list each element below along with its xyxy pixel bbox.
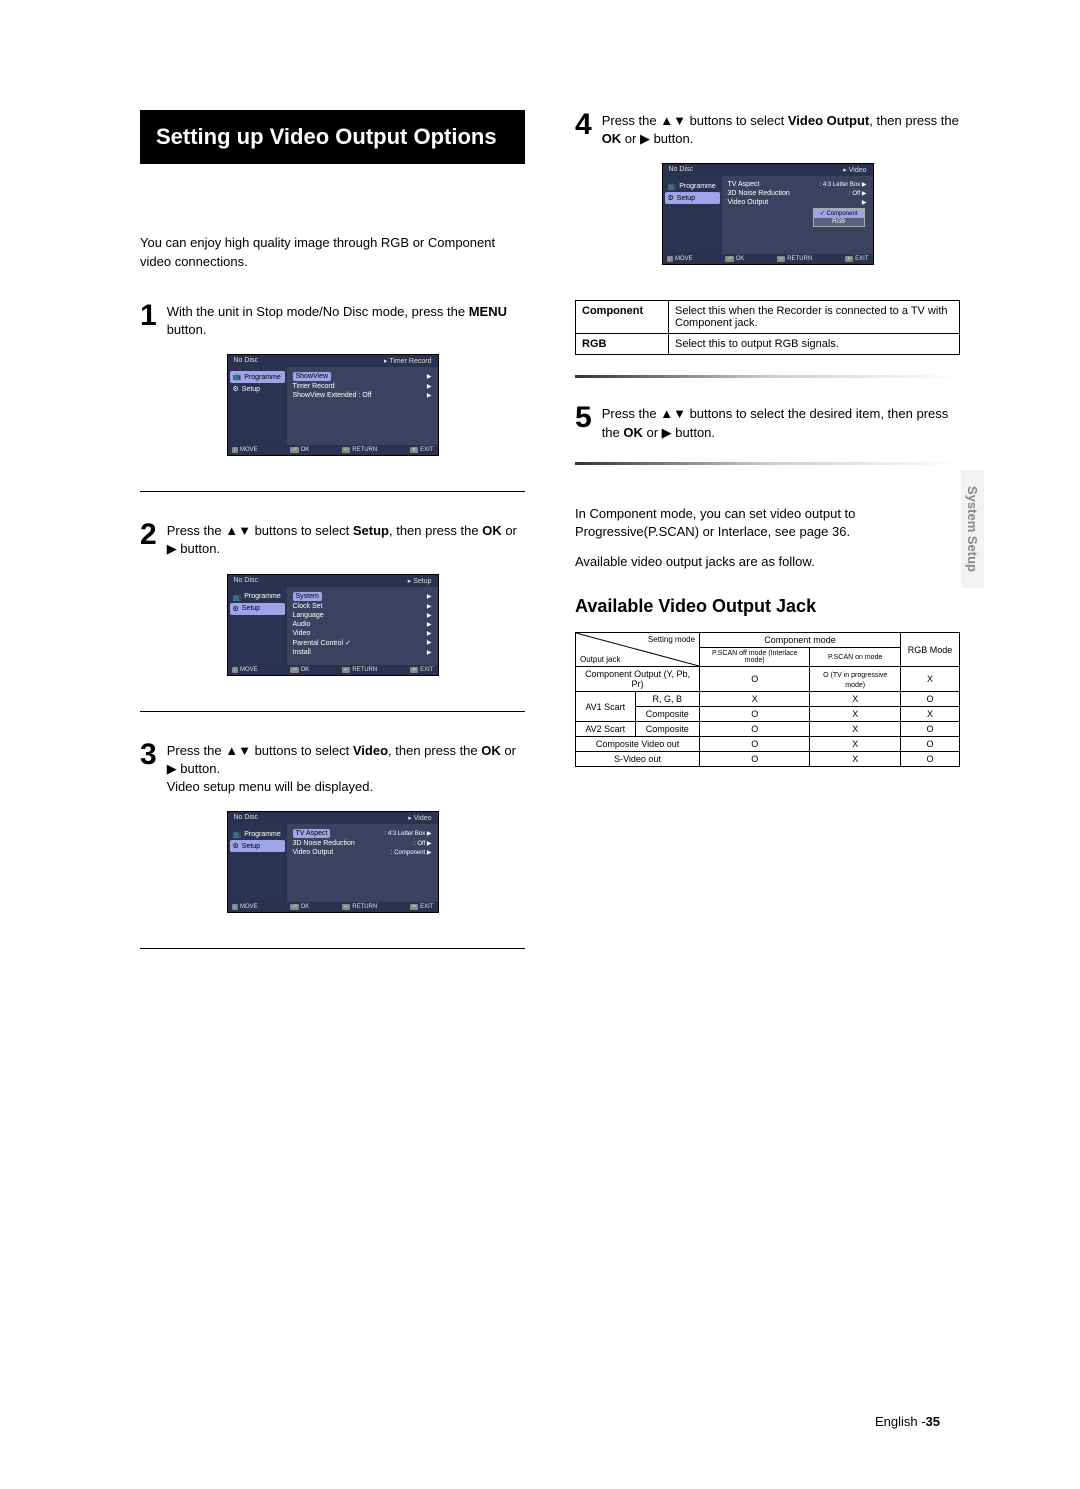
divider-gradient [575,462,960,465]
video-output-dropdown: ✓ Component RGB [813,208,865,227]
step-5: 5 Press the ▲▼ buttons to select the des… [575,403,960,441]
divider-gradient [575,375,960,378]
osd2-rows: System▶ Clock Set▶ Language▶ Audio▶ Vide… [287,587,438,665]
updown-icon: ▲▼ [660,406,686,421]
step-4: 4 Press the ▲▼ buttons to select Video O… [575,110,960,148]
intro-text: You can enjoy high quality image through… [140,234,525,270]
step-number: 2 [140,520,157,550]
section-tab: System Setup [961,470,984,588]
step-number: 1 [140,301,157,331]
updown-icon: ▲▼ [225,523,251,538]
note-paragraph: Available video output jacks are as foll… [575,553,960,571]
step-3: 3 Press the ▲▼ buttons to select Video, … [140,740,525,797]
osd-screenshot-4: No Disc▸ Video 📺 Programme ⚙ Setup TV As… [662,163,874,265]
step-number: 5 [575,403,592,433]
step-text: With the unit in Stop mode/No Disc mode,… [167,304,469,319]
step-2: 2 Press the ▲▼ buttons to select Setup, … [140,520,525,558]
output-jack-table: Setting mode Output jack Component mode … [575,632,960,767]
subheading: Available Video Output Jack [575,596,960,617]
step-number: 3 [140,740,157,770]
note-paragraph: In Component mode, you can set video out… [575,505,960,541]
page-footer: English -35 [875,1414,940,1429]
step-bold: MENU [469,304,507,319]
updown-icon: ▲▼ [225,743,251,758]
osd-screenshot-1: No Disc▸ Timer Record 📺 Programme ⚙ Setu… [227,354,439,456]
step-1: 1 With the unit in Stop mode/No Disc mod… [140,301,525,339]
osd1-rows: ShowView▶ Timer Record▶ ShowView Extende… [287,367,438,445]
updown-icon: ▲▼ [660,113,686,128]
step-number: 4 [575,110,592,140]
osd-screenshot-2: No Disc▸ Setup 📺 Programme ⚙ Setup Syste… [227,574,439,676]
page-title: Setting up Video Output Options [140,110,525,164]
osd4-rows: TV Aspect: 4:3 Letter Box ▶ 3D Noise Red… [722,176,873,254]
step-text: button. [167,322,207,337]
output-option-table: ComponentSelect this when the Recorder i… [575,300,960,355]
osd-screenshot-3: No Disc▸ Video 📺 Programme ⚙ Setup TV As… [227,811,439,913]
osd3-rows: TV Aspect: 4:3 Letter Box ▶ 3D Noise Red… [287,824,438,902]
